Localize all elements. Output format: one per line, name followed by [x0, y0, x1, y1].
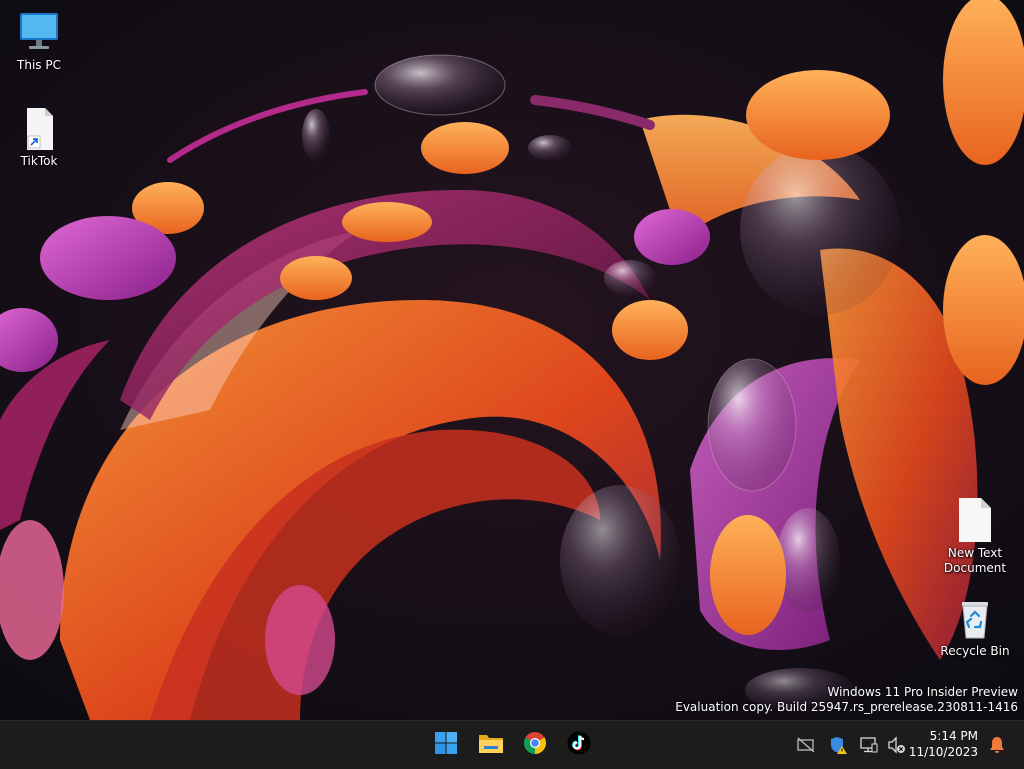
taskbar-tiktok[interactable]	[563, 729, 595, 761]
taskbar-clock[interactable]: 5:14 PM 11/10/2023	[902, 728, 978, 760]
network-disconnected-icon[interactable]	[796, 735, 816, 755]
desktop-icon-new-text-document[interactable]: New Text Document	[938, 498, 1012, 576]
display-icon[interactable]	[859, 735, 879, 755]
desktop-icon-label: TikTok	[20, 154, 58, 168]
recycle-bin-icon	[953, 596, 997, 640]
folder-icon	[478, 731, 504, 759]
taskbar-chrome[interactable]	[519, 729, 551, 761]
taskbar: 5:14 PM 11/10/2023	[0, 720, 1024, 769]
text-file-icon	[953, 498, 997, 542]
windows-build-watermark-line1: Windows 11 Pro Insider Preview	[827, 685, 1018, 699]
clock-time: 5:14 PM	[929, 729, 978, 743]
desktop-icon-label: This PC	[17, 58, 61, 72]
desktop-icon-recycle-bin[interactable]: Recycle Bin	[938, 596, 1012, 659]
shortcut-file-icon	[17, 106, 61, 150]
desktop-icon-label-line2: Document	[943, 561, 1007, 575]
clock-date: 11/10/2023	[908, 745, 978, 759]
start-button[interactable]	[430, 729, 462, 761]
windows-logo-icon	[434, 731, 458, 759]
desktop-icon-tiktok[interactable]: TikTok	[2, 106, 76, 169]
desktop-icon-label: Recycle Bin	[940, 644, 1010, 658]
bell-icon[interactable]	[987, 735, 1007, 755]
desktop-icon-label: New Text	[947, 546, 1003, 560]
windows-build-watermark-line2: Evaluation copy. Build 25947.rs_prerelea…	[675, 700, 1018, 714]
desktop[interactable]: This PC TikTok New Text Document Recycle…	[0, 0, 1024, 720]
desktop-icon-this-pc[interactable]: This PC	[2, 10, 76, 73]
tiktok-icon	[567, 731, 591, 759]
wallpaper	[0, 0, 1024, 720]
chrome-icon	[523, 731, 547, 759]
monitor-icon	[17, 10, 61, 54]
security-warning-icon[interactable]	[828, 735, 848, 755]
taskbar-file-explorer[interactable]	[475, 729, 507, 761]
